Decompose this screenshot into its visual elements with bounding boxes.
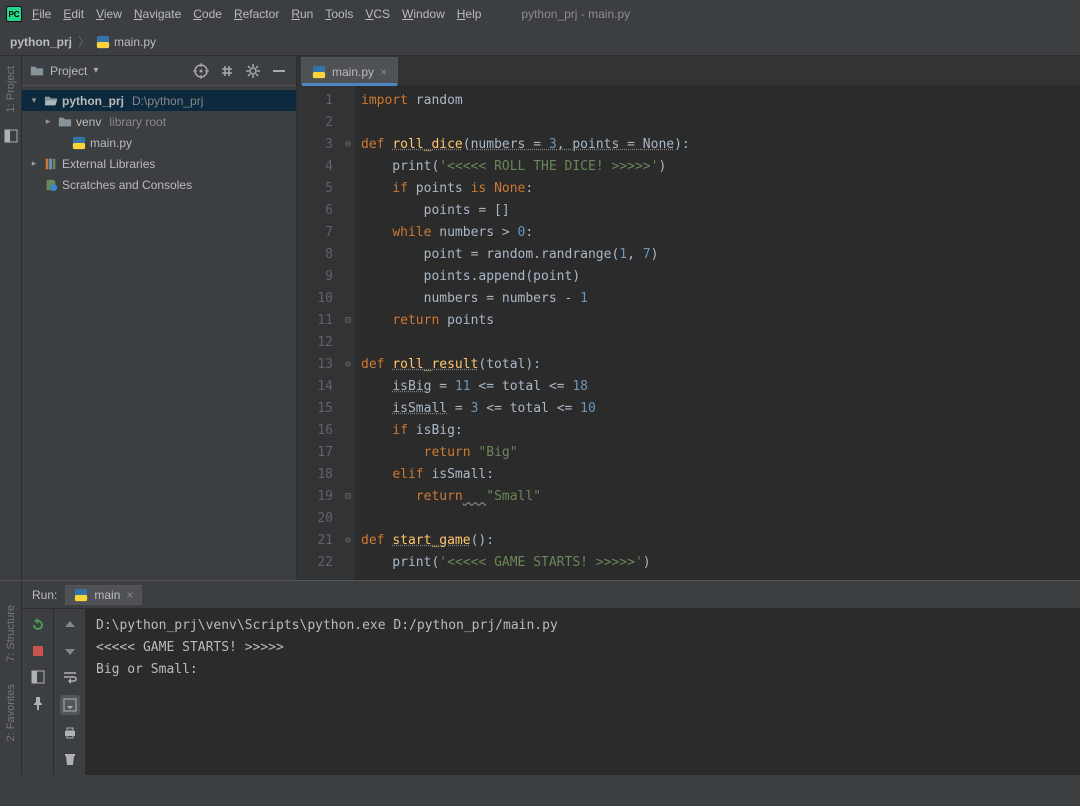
tool-project-label[interactable]: 1: Project <box>5 62 17 116</box>
run-header: Run: main × <box>22 581 1080 609</box>
locate-button[interactable] <box>192 62 210 80</box>
fold-column[interactable]: ⊖⊟⊖⊟⊖ <box>341 86 355 580</box>
python-file-icon <box>74 588 88 602</box>
tree-row-root[interactable]: python_prj D:\python_prj <box>22 90 296 111</box>
tree-root-path: D:\python_prj <box>132 94 203 108</box>
python-file-icon <box>72 136 86 150</box>
close-icon[interactable]: × <box>380 65 387 79</box>
crumb-project[interactable]: python_prj <box>10 35 72 49</box>
tree-file-name: main.py <box>90 136 132 150</box>
tree-extlib-name: External Libraries <box>62 157 155 171</box>
pin-button[interactable] <box>30 695 46 711</box>
tool-structure-label[interactable]: 7: Structure <box>5 601 17 666</box>
collapse-all-button[interactable] <box>218 62 236 80</box>
soft-wrap-button[interactable] <box>62 669 78 685</box>
project-pane: Project ▾ python_prj D:\python_prj venv <box>22 56 297 580</box>
folder-icon <box>30 64 44 78</box>
python-file-icon <box>96 35 110 49</box>
run-tab-label: main <box>94 588 120 602</box>
python-file-icon <box>312 65 326 79</box>
menu-window[interactable]: Window <box>396 5 451 23</box>
tree-row-venv[interactable]: venv library root <box>22 111 296 132</box>
crumb-sep: 〉 <box>78 33 90 50</box>
tree-row-mainpy[interactable]: ▸ main.py <box>22 132 296 153</box>
app-icon: PC <box>6 6 22 22</box>
hide-button[interactable] <box>270 62 288 80</box>
run-toolbar-left <box>22 609 54 775</box>
menu-file[interactable]: File <box>26 5 57 23</box>
folder-icon <box>58 115 72 129</box>
menu-edit[interactable]: Edit <box>57 5 90 23</box>
stop-button[interactable] <box>30 643 46 659</box>
menu-vcs[interactable]: VCS <box>359 5 396 23</box>
layout-icon[interactable] <box>3 128 19 144</box>
menu-help[interactable]: Help <box>451 5 488 23</box>
editor-tabbar: main.py × <box>297 56 1080 86</box>
menu-view[interactable]: View <box>90 5 128 23</box>
run-panel: 7: Structure 2: Favorites Run: main × <box>0 580 1080 775</box>
project-title[interactable]: Project <box>50 64 87 78</box>
line-gutter: 12345678910111213141516171819202122 <box>297 86 341 580</box>
scratch-icon <box>44 178 58 192</box>
tree-venv-name: venv <box>76 115 101 129</box>
run-toolbar-right <box>54 609 86 775</box>
project-header: Project ▾ <box>22 56 296 86</box>
layout-button[interactable] <box>30 669 46 685</box>
tree-root-name: python_prj <box>62 94 124 108</box>
chevron-down-icon[interactable]: ▾ <box>93 65 98 76</box>
tree-scratches-name: Scratches and Consoles <box>62 178 192 192</box>
scroll-up-button[interactable] <box>62 617 78 633</box>
window-title: python_prj - main.py <box>521 7 630 21</box>
library-icon <box>44 157 58 171</box>
menu-navigate[interactable]: Navigate <box>128 5 187 23</box>
menu-refactor[interactable]: Refactor <box>228 5 285 23</box>
folder-open-icon <box>44 94 58 108</box>
menu-tools[interactable]: Tools <box>319 5 359 23</box>
rerun-button[interactable] <box>30 617 46 633</box>
close-icon[interactable]: × <box>126 588 133 602</box>
run-label: Run: <box>32 588 57 602</box>
editor-tab-mainpy[interactable]: main.py × <box>301 57 398 85</box>
clear-button[interactable] <box>62 751 78 767</box>
tool-favorites-label[interactable]: 2: Favorites <box>5 680 17 745</box>
run-pane: Run: main × D:\python_prj\v <box>22 581 1080 775</box>
bottom-left-tool-strip: 7: Structure 2: Favorites <box>0 581 22 775</box>
console-output[interactable]: D:\python_prj\venv\Scripts\python.exe D:… <box>86 609 1080 775</box>
project-tree: python_prj D:\python_prj venv library ro… <box>22 86 296 199</box>
editor-pane: main.py × 123456789101112131415161718192… <box>297 56 1080 580</box>
menubar: PC FileEditViewNavigateCodeRefactorRunTo… <box>0 0 1080 28</box>
left-tool-strip: 1: Project <box>0 56 22 580</box>
print-button[interactable] <box>62 725 78 741</box>
menu-run[interactable]: Run <box>285 5 319 23</box>
tree-row-extlib[interactable]: External Libraries <box>22 153 296 174</box>
code-area[interactable]: import randomdef roll_dice(numbers = 3, … <box>355 86 1080 580</box>
tree-row-scratches[interactable]: ▸ Scratches and Consoles <box>22 174 296 195</box>
scroll-to-end-button[interactable] <box>60 695 80 715</box>
breadcrumb: python_prj 〉 main.py <box>0 28 1080 56</box>
settings-button[interactable] <box>244 62 262 80</box>
scroll-down-button[interactable] <box>62 643 78 659</box>
run-tab-main[interactable]: main × <box>65 585 142 605</box>
editor-body[interactable]: 12345678910111213141516171819202122 ⊖⊟⊖⊟… <box>297 86 1080 580</box>
tree-venv-hint: library root <box>109 115 166 129</box>
run-body: D:\python_prj\venv\Scripts\python.exe D:… <box>22 609 1080 775</box>
main-area: 1: Project Project ▾ python_prj D:\pytho <box>0 56 1080 580</box>
menu-code[interactable]: Code <box>187 5 228 23</box>
editor-tab-label: main.py <box>332 65 374 79</box>
crumb-file[interactable]: main.py <box>114 35 156 49</box>
